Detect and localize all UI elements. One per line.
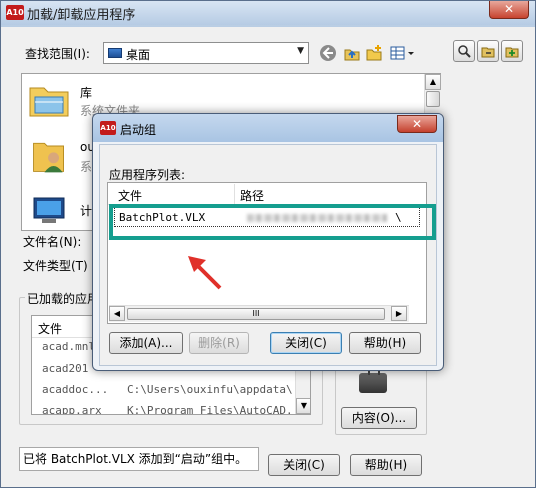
load-tool-button[interactable] (501, 40, 523, 62)
filename-label: 文件名(N): (23, 235, 82, 249)
briefcase-icon[interactable] (359, 368, 387, 393)
file-column-header[interactable]: 文件 (118, 187, 142, 204)
column-divider[interactable] (234, 184, 235, 204)
library-folder-icon (29, 87, 69, 117)
look-in-value: 桌面 (126, 48, 151, 62)
loaded-file-column[interactable]: 文件 (38, 320, 62, 337)
dialog-close-action-button[interactable]: 关闭(C) (270, 332, 342, 354)
find-icon (458, 45, 471, 58)
dialog-title: 启动组 (120, 123, 157, 137)
look-in-combo[interactable]: 桌面 ▼ (103, 42, 309, 64)
app-list-horizontal-scrollbar[interactable]: ◀ III ▶ (109, 305, 409, 322)
main-close-button[interactable]: 关闭(C) (268, 454, 340, 476)
title-bar[interactable]: A10 加载/卸载应用程序 ✕ (1, 1, 535, 25)
table-row[interactable]: acaddoc... C:\Users\ouxinfu\appdata\... (32, 383, 297, 402)
app-list-header: 文件 路径 (108, 183, 426, 205)
scroll-thumb[interactable] (426, 91, 440, 107)
chevron-down-icon: ▼ (297, 46, 304, 56)
window-close-button[interactable]: ✕ (489, 1, 529, 19)
main-help-button[interactable]: 帮助(H) (350, 454, 422, 476)
contents-button[interactable]: 内容(O)... (341, 407, 417, 429)
back-icon[interactable] (319, 44, 337, 62)
new-folder-icon[interactable] (365, 44, 383, 62)
views-icon[interactable] (389, 44, 417, 62)
window-title: 加载/卸载应用程序 (27, 8, 136, 23)
autocad-app-icon: A10 (6, 5, 24, 20)
dialog-title-bar[interactable]: A10 启动组 ✕ (93, 114, 443, 142)
find-file-button[interactable] (453, 40, 475, 62)
user-folder-icon (33, 142, 64, 173)
row-file: acapp.arx (42, 404, 102, 415)
row-file: acad.mnl (42, 340, 95, 353)
table-row[interactable]: acapp.arx K:\Program Files\AutoCAD... (32, 404, 297, 415)
unload-tool-button[interactable] (477, 40, 499, 62)
list-item-name: 计 (80, 204, 93, 218)
list-item-type: 系 (80, 160, 93, 174)
list-item-name: 库 (80, 86, 93, 100)
autocad-app-icon: A10 (100, 121, 116, 135)
status-message: 已将 BatchPlot.VLX 添加到“启动”组中。 (19, 447, 259, 471)
highlight-annotation-box (109, 204, 436, 240)
row-path: K:\Program Files\AutoCAD... (127, 404, 297, 415)
scroll-right-icon[interactable]: ▶ (391, 306, 407, 321)
path-column-header[interactable]: 路径 (240, 187, 264, 204)
dialog-help-button[interactable]: 帮助(H) (349, 332, 421, 354)
up-folder-icon[interactable] (343, 44, 361, 62)
red-arrow-annotation (188, 256, 222, 290)
add-button[interactable]: 添加(A)... (109, 332, 183, 354)
scroll-up-icon[interactable]: ▲ (425, 74, 441, 90)
startup-suite-dialog: A10 启动组 ✕ 应用程序列表: 文件 路径 BatchPlot.VLX \ … (92, 113, 444, 371)
application-list-label: 应用程序列表: (109, 168, 186, 182)
scroll-left-icon[interactable]: ◀ (109, 306, 125, 321)
dialog-close-button[interactable]: ✕ (397, 115, 437, 133)
unload-icon (481, 47, 495, 58)
look-in-label: 查找范围(I): (25, 47, 90, 61)
row-file: acaddoc... (42, 383, 109, 396)
scroll-thumb[interactable]: III (127, 308, 385, 320)
filetype-label: 文件类型(T) (23, 259, 88, 273)
scroll-down-icon[interactable]: ▼ (296, 398, 310, 414)
computer-icon (33, 197, 65, 223)
row-path: C:\Users\ouxinfu\appdata\... (127, 383, 297, 396)
row-file: acad201 (42, 362, 89, 375)
loaded-applications-label: 已加载的应用 (25, 290, 102, 307)
remove-button[interactable]: 删除(R) (189, 332, 249, 354)
desktop-icon (108, 48, 122, 58)
load-icon (505, 47, 519, 58)
